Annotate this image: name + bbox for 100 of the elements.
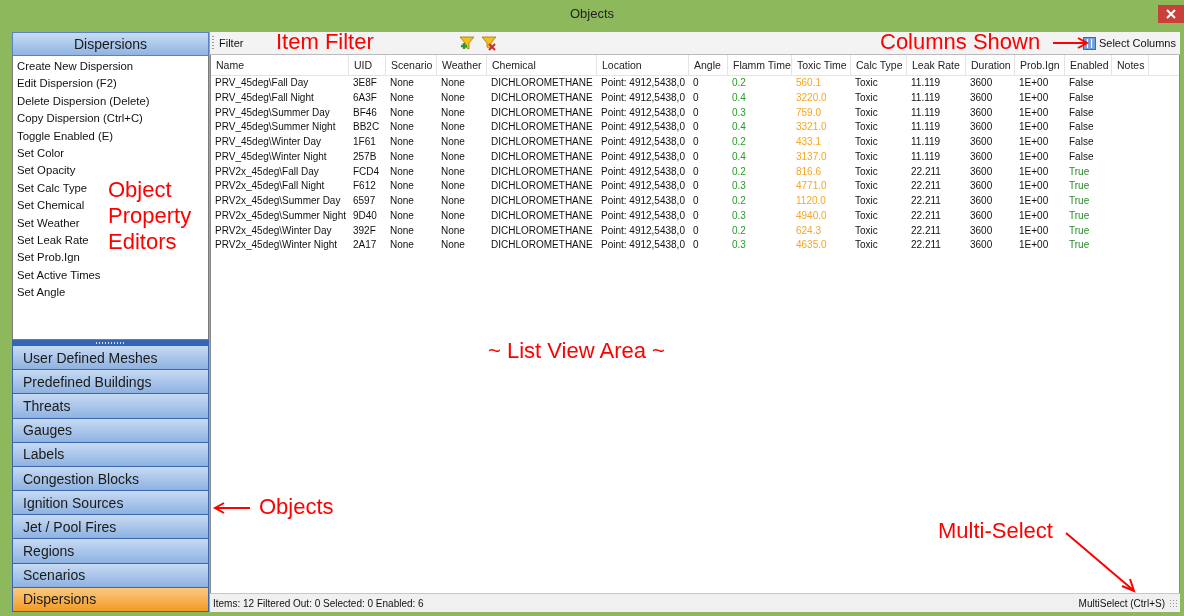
add-filter-icon[interactable] (459, 35, 476, 51)
table-cell-text: Toxic (854, 179, 879, 194)
table-cell-text: 0 (692, 238, 700, 253)
annotation-label: Object Property Editors (108, 177, 193, 255)
column-header[interactable]: Location (597, 55, 689, 75)
table-cell-text: 11.119 (910, 120, 942, 135)
table-cell-text: True (1068, 164, 1091, 179)
splitter-handle[interactable] (12, 339, 209, 346)
column-header[interactable]: Chemical (487, 55, 597, 75)
menu-item[interactable]: Set Prob.Ign (17, 249, 80, 267)
menu-item[interactable]: Edit Dispersion (F2) (17, 75, 117, 93)
table-cell-text: 11.119 (910, 105, 942, 120)
menu-item[interactable]: Set Leak Rate (17, 231, 89, 250)
table-cell-text: Toxic (854, 90, 879, 105)
table-cell-text: PRV_45deg\Summer Day (214, 105, 331, 120)
table-cell-text: None (440, 149, 466, 164)
table-cell-text: 11.119 (910, 149, 942, 164)
category-button[interactable]: Predefined Buildings (12, 370, 209, 395)
annotation-label: Columns Shown (880, 29, 1041, 55)
table-cell-text: Toxic (854, 120, 879, 135)
table-cell-text: Point: 4912,5438,0 (600, 90, 686, 105)
table-cell-text: Point: 4912,5438,0 (600, 164, 686, 179)
column-header[interactable]: Notes (1112, 55, 1149, 75)
table-cell-text: 816.6 (795, 164, 823, 179)
menu-item[interactable]: Set Calc Type (17, 179, 88, 198)
table-cell-text: 22.211 (910, 164, 942, 179)
table-cell-text: None (389, 164, 415, 179)
category-button[interactable]: Dispersions (12, 587, 209, 613)
category-button[interactable]: Ignition Sources (12, 491, 209, 516)
category-button[interactable]: Gauges (12, 418, 209, 443)
column-header[interactable]: Name (211, 55, 349, 75)
table-cell-text: 3137.0 (795, 149, 828, 164)
select-columns-button[interactable]: Select Columns (1082, 36, 1176, 50)
table-cell-text: PRV_45deg\Fall Day (214, 76, 310, 90)
column-header[interactable]: Duration (966, 55, 1015, 75)
column-header[interactable]: UID (349, 55, 386, 75)
table-cell-text: None (440, 208, 466, 223)
menu-item[interactable]: Set Angle (17, 284, 66, 302)
table-cell-text: Toxic (854, 194, 879, 208)
table-cell-text: False (1068, 120, 1095, 135)
category-button[interactable]: Congestion Blocks (12, 466, 209, 492)
table-cell-text: False (1068, 76, 1095, 90)
table-cell-text: PRV2x_45deg\Summer Night (214, 208, 347, 223)
column-header[interactable]: Calc Type (851, 55, 907, 75)
category-button[interactable]: Threats (12, 394, 209, 419)
column-header[interactable]: Enabled (1065, 55, 1112, 75)
category-button[interactable]: Scenarios (12, 563, 209, 588)
column-header[interactable]: Toxic Time (792, 55, 851, 75)
table-cell-text: None (440, 164, 466, 179)
menu-item[interactable]: Set Weather (17, 214, 80, 232)
table-cell-text: 1E+00 (1018, 208, 1050, 223)
table-cell-text: 3600 (969, 238, 994, 253)
table-cell-text: 1120.0 (795, 194, 827, 208)
table-cell-text: 0 (692, 164, 700, 179)
table-cell-text: PRV_45deg\Winter Day (214, 135, 322, 149)
menu-item[interactable]: Copy Dispersion (Ctrl+C) (17, 110, 143, 128)
menu-item[interactable]: Set Chemical (17, 197, 85, 215)
table-cell-text: 1E+00 (1018, 120, 1050, 135)
close-button[interactable] (1158, 5, 1184, 23)
column-header[interactable]: Scenario (386, 55, 437, 75)
menu-item[interactable]: Set Color (17, 144, 65, 163)
table-cell-text: DICHLOROMETHANE (490, 164, 594, 179)
table-cell-text: 1E+00 (1018, 76, 1050, 90)
remove-filter-icon[interactable] (481, 35, 498, 51)
table-cell-text: None (389, 149, 415, 164)
menu-item[interactable]: Set Active Times (17, 266, 101, 285)
menu-item[interactable]: Toggle Enabled (E) (17, 127, 114, 145)
table-cell-text: None (440, 90, 466, 105)
table-cell-text: 4635.0 (795, 238, 828, 253)
annotation-label: Objects (259, 494, 334, 520)
category-button[interactable]: Jet / Pool Fires (12, 515, 209, 540)
table-cell-text: F612 (352, 179, 377, 194)
menu-item[interactable]: Set Opacity (17, 162, 76, 180)
column-header[interactable]: Leak Rate (907, 55, 966, 75)
table-cell-text: 0 (692, 208, 700, 223)
table-cell-text: Point: 4912,5438,0 (600, 194, 686, 208)
column-header[interactable]: Flamm Time (728, 55, 792, 75)
table-cell-text: None (440, 135, 466, 149)
table-cell-text: False (1068, 135, 1095, 149)
category-button[interactable]: Regions (12, 539, 209, 564)
table-cell-text: 3600 (969, 135, 994, 149)
column-header[interactable]: Angle (689, 55, 728, 75)
table-cell-text: 0 (692, 90, 700, 105)
menu-item[interactable]: Delete Dispersion (Delete) (17, 92, 150, 111)
column-header[interactable]: Weather (437, 55, 487, 75)
table-cell-text: Toxic (854, 135, 879, 149)
table-cell-text: 3600 (969, 179, 994, 194)
table-cell-text: 1E+00 (1018, 238, 1050, 253)
table-cell-text: None (389, 208, 415, 223)
menu-item[interactable]: Create New Dispersion (17, 58, 134, 76)
table-cell-text: PRV2x_45deg\Winter Night (214, 238, 339, 253)
multiselect-button[interactable]: MultiSelect (Ctrl+S) (1074, 597, 1169, 609)
category-button[interactable]: User Defined Meshes (12, 345, 209, 371)
column-header[interactable]: Prob.Ign (1015, 55, 1065, 75)
category-button[interactable]: Labels (12, 442, 209, 467)
table-cell-text: 6A3F (352, 90, 378, 105)
table-cell-text: True (1068, 179, 1091, 194)
table-cell-text: Point: 4912,5438,0 (600, 238, 686, 253)
table-cell-text: 433.1 (795, 135, 823, 149)
table-cell-text: False (1068, 105, 1095, 120)
